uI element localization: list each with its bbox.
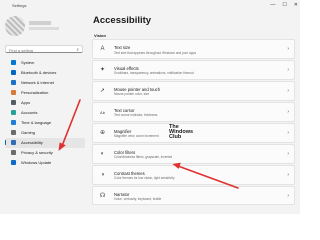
card-description: Colorblindness filters, grayscale, inver… <box>114 155 173 160</box>
chevron-right-icon: › <box>287 192 289 199</box>
sidebar-item-label: Bluetooth & devices <box>21 69 57 75</box>
watermark-logo: The Windows Club <box>169 124 193 140</box>
card-title: Text cursor <box>114 107 135 113</box>
card-title: Magnifier <box>114 128 132 134</box>
search-input[interactable]: Find a setting ⌕ <box>5 45 83 53</box>
app-title: Settings <box>12 3 27 8</box>
card-mouse-pointer[interactable]: ➚ Mouse pointer and touch Mouse pointer … <box>92 80 295 101</box>
card-narrator[interactable]: ☊ Narrator Voice, verbosity, keyboard, b… <box>92 185 295 206</box>
window-controls: — ☐ ✕ <box>270 2 298 8</box>
sidebar-item-windows-update[interactable]: Windows Update <box>5 158 85 168</box>
chevron-right-icon: › <box>287 171 289 178</box>
card-text-size[interactable]: A Text size Text size that appears throu… <box>92 39 295 59</box>
section-heading: Vision <box>94 33 106 38</box>
sidebar-item-apps[interactable]: Apps <box>5 97 85 107</box>
sidebar-item-privacy[interactable]: Privacy & security <box>5 148 85 158</box>
profile-email-redacted <box>29 27 59 30</box>
card-description: Mouse pointer color, size <box>114 92 150 97</box>
sidebar: Find a setting ⌕ System Bluetooth & devi… <box>0 12 88 214</box>
card-title: Mouse pointer and touch <box>114 86 161 92</box>
sidebar-item-label: System <box>21 59 35 65</box>
sidebar-item-gaming[interactable]: Gaming <box>5 128 85 138</box>
sidebar-item-label: Network & internet <box>21 79 54 85</box>
sidebar-item-label: Personalization <box>21 89 49 95</box>
accessibility-icon <box>11 140 16 146</box>
card-color-filters[interactable]: ◐ Color filters Colorblindness filters, … <box>92 143 295 164</box>
card-magnifier[interactable]: ⊕ Magnifier Magnifier view, zoom increme… <box>92 122 295 143</box>
chevron-right-icon: › <box>287 87 289 94</box>
card-title: Color filters <box>114 149 136 155</box>
sidebar-item-bluetooth[interactable]: Bluetooth & devices <box>5 67 85 77</box>
sidebar-item-time-language[interactable]: Time & language <box>5 118 85 128</box>
settings-window: Settings — ☐ ✕ Find a setting ⌕ System B… <box>0 0 300 214</box>
pointer-icon: ➚ <box>99 87 106 94</box>
gamepad-icon <box>11 130 16 136</box>
minimize-button[interactable]: — <box>270 2 275 8</box>
card-description: Magnifier view, zoom increment <box>114 134 159 139</box>
page-title: Accessibility <box>93 15 152 26</box>
sidebar-item-label: Apps <box>21 99 31 105</box>
sidebar-item-system[interactable]: System <box>5 57 85 67</box>
sidebar-item-accounts[interactable]: Accounts <box>5 107 85 117</box>
monitor-icon <box>11 59 16 65</box>
card-title: Narrator <box>114 191 130 197</box>
sidebar-item-label: Accounts <box>21 110 38 116</box>
card-description: Text size that appears throughout Window… <box>114 50 197 55</box>
settings-card-list: A Text size Text size that appears throu… <box>92 39 295 207</box>
effects-icon: ✦ <box>99 66 106 73</box>
card-title: Contrast themes <box>114 170 145 176</box>
search-icon: ⌕ <box>76 47 79 52</box>
avatar <box>5 16 25 36</box>
maximize-button[interactable]: ☐ <box>282 2 286 8</box>
card-title: Text size <box>114 45 131 50</box>
apps-icon <box>11 99 16 105</box>
color-filter-icon: ◐ <box>100 150 105 157</box>
chevron-right-icon: › <box>287 150 289 157</box>
bluetooth-icon <box>11 69 16 75</box>
sidebar-item-label: Windows Update <box>21 160 52 166</box>
sidebar-item-network[interactable]: Network & internet <box>5 77 85 87</box>
magnifier-icon: ⊕ <box>99 129 106 136</box>
contrast-icon: ◑ <box>100 171 105 178</box>
user-profile[interactable] <box>5 16 83 42</box>
profile-name-redacted <box>29 21 51 25</box>
sidebar-item-personalization[interactable]: Personalization <box>5 87 85 97</box>
sidebar-item-label: Accessibility <box>21 140 43 146</box>
card-contrast-themes[interactable]: ◑ Contrast themes Color themes for low v… <box>92 164 295 185</box>
sidebar-item-label: Time & language <box>21 120 52 126</box>
card-description: Color themes for low vision, light sensi… <box>114 176 175 181</box>
cursor-icon: Ab <box>100 109 105 115</box>
sidebar-item-label: Gaming <box>21 130 36 136</box>
card-visual-effects[interactable]: ✦ Visual effects Scrollbars, transparenc… <box>92 59 295 80</box>
chevron-right-icon: › <box>287 108 289 115</box>
chevron-right-icon: › <box>287 129 289 136</box>
brush-icon <box>11 89 16 95</box>
sidebar-item-label: Privacy & security <box>21 150 53 156</box>
person-icon <box>11 110 16 116</box>
globe-icon <box>11 120 16 126</box>
chevron-right-icon: › <box>287 66 289 73</box>
chevron-right-icon: › <box>287 46 289 52</box>
search-placeholder: Find a setting <box>9 47 34 53</box>
narrator-icon: ☊ <box>99 192 106 199</box>
update-icon <box>11 160 16 166</box>
text-size-icon: A <box>100 46 105 52</box>
shield-icon <box>11 150 16 156</box>
wifi-icon <box>11 79 16 85</box>
card-title: Visual effects <box>114 65 139 71</box>
title-bar: Settings — ☐ ✕ <box>0 0 300 12</box>
card-description: Voice, verbosity, keyboard, braille <box>114 197 162 202</box>
sidebar-nav: System Bluetooth & devices Network & int… <box>5 57 85 168</box>
card-description: Text cursor indicator, thickness <box>114 113 158 118</box>
watermark-line: Club <box>169 134 182 140</box>
card-text-cursor[interactable]: Ab Text cursor Text cursor indicator, th… <box>92 101 295 122</box>
card-description: Scrollbars, transparency, animations, no… <box>114 71 194 76</box>
close-button[interactable]: ✕ <box>294 2 298 8</box>
sidebar-item-accessibility[interactable]: Accessibility <box>5 137 85 148</box>
